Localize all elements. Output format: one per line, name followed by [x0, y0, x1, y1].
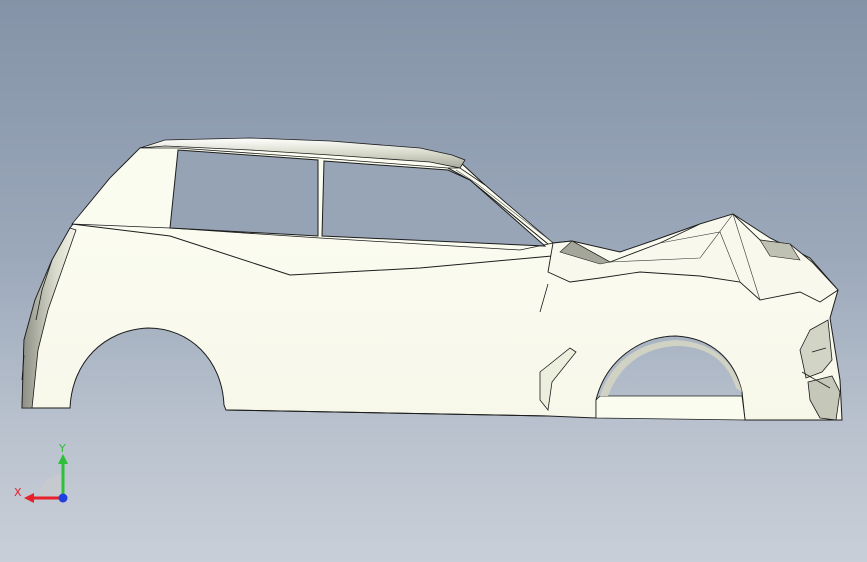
axis-triad[interactable]: Y X: [10, 440, 80, 510]
triad-plane-quadrant: [39, 474, 63, 498]
door-window: [321, 160, 547, 247]
y-axis-label: Y: [58, 442, 66, 455]
cad-3d-viewport[interactable]: Y X: [0, 0, 867, 562]
car-body-shell-model[interactable]: [0, 0, 867, 562]
y-axis-arrowhead: [58, 454, 68, 464]
x-axis-label: X: [14, 486, 22, 499]
rear-quarter-window: [169, 149, 319, 237]
z-axis-dot: [58, 493, 68, 503]
x-axis-arrowhead: [24, 493, 34, 503]
front-wheel-arch-floor: [595, 395, 746, 421]
